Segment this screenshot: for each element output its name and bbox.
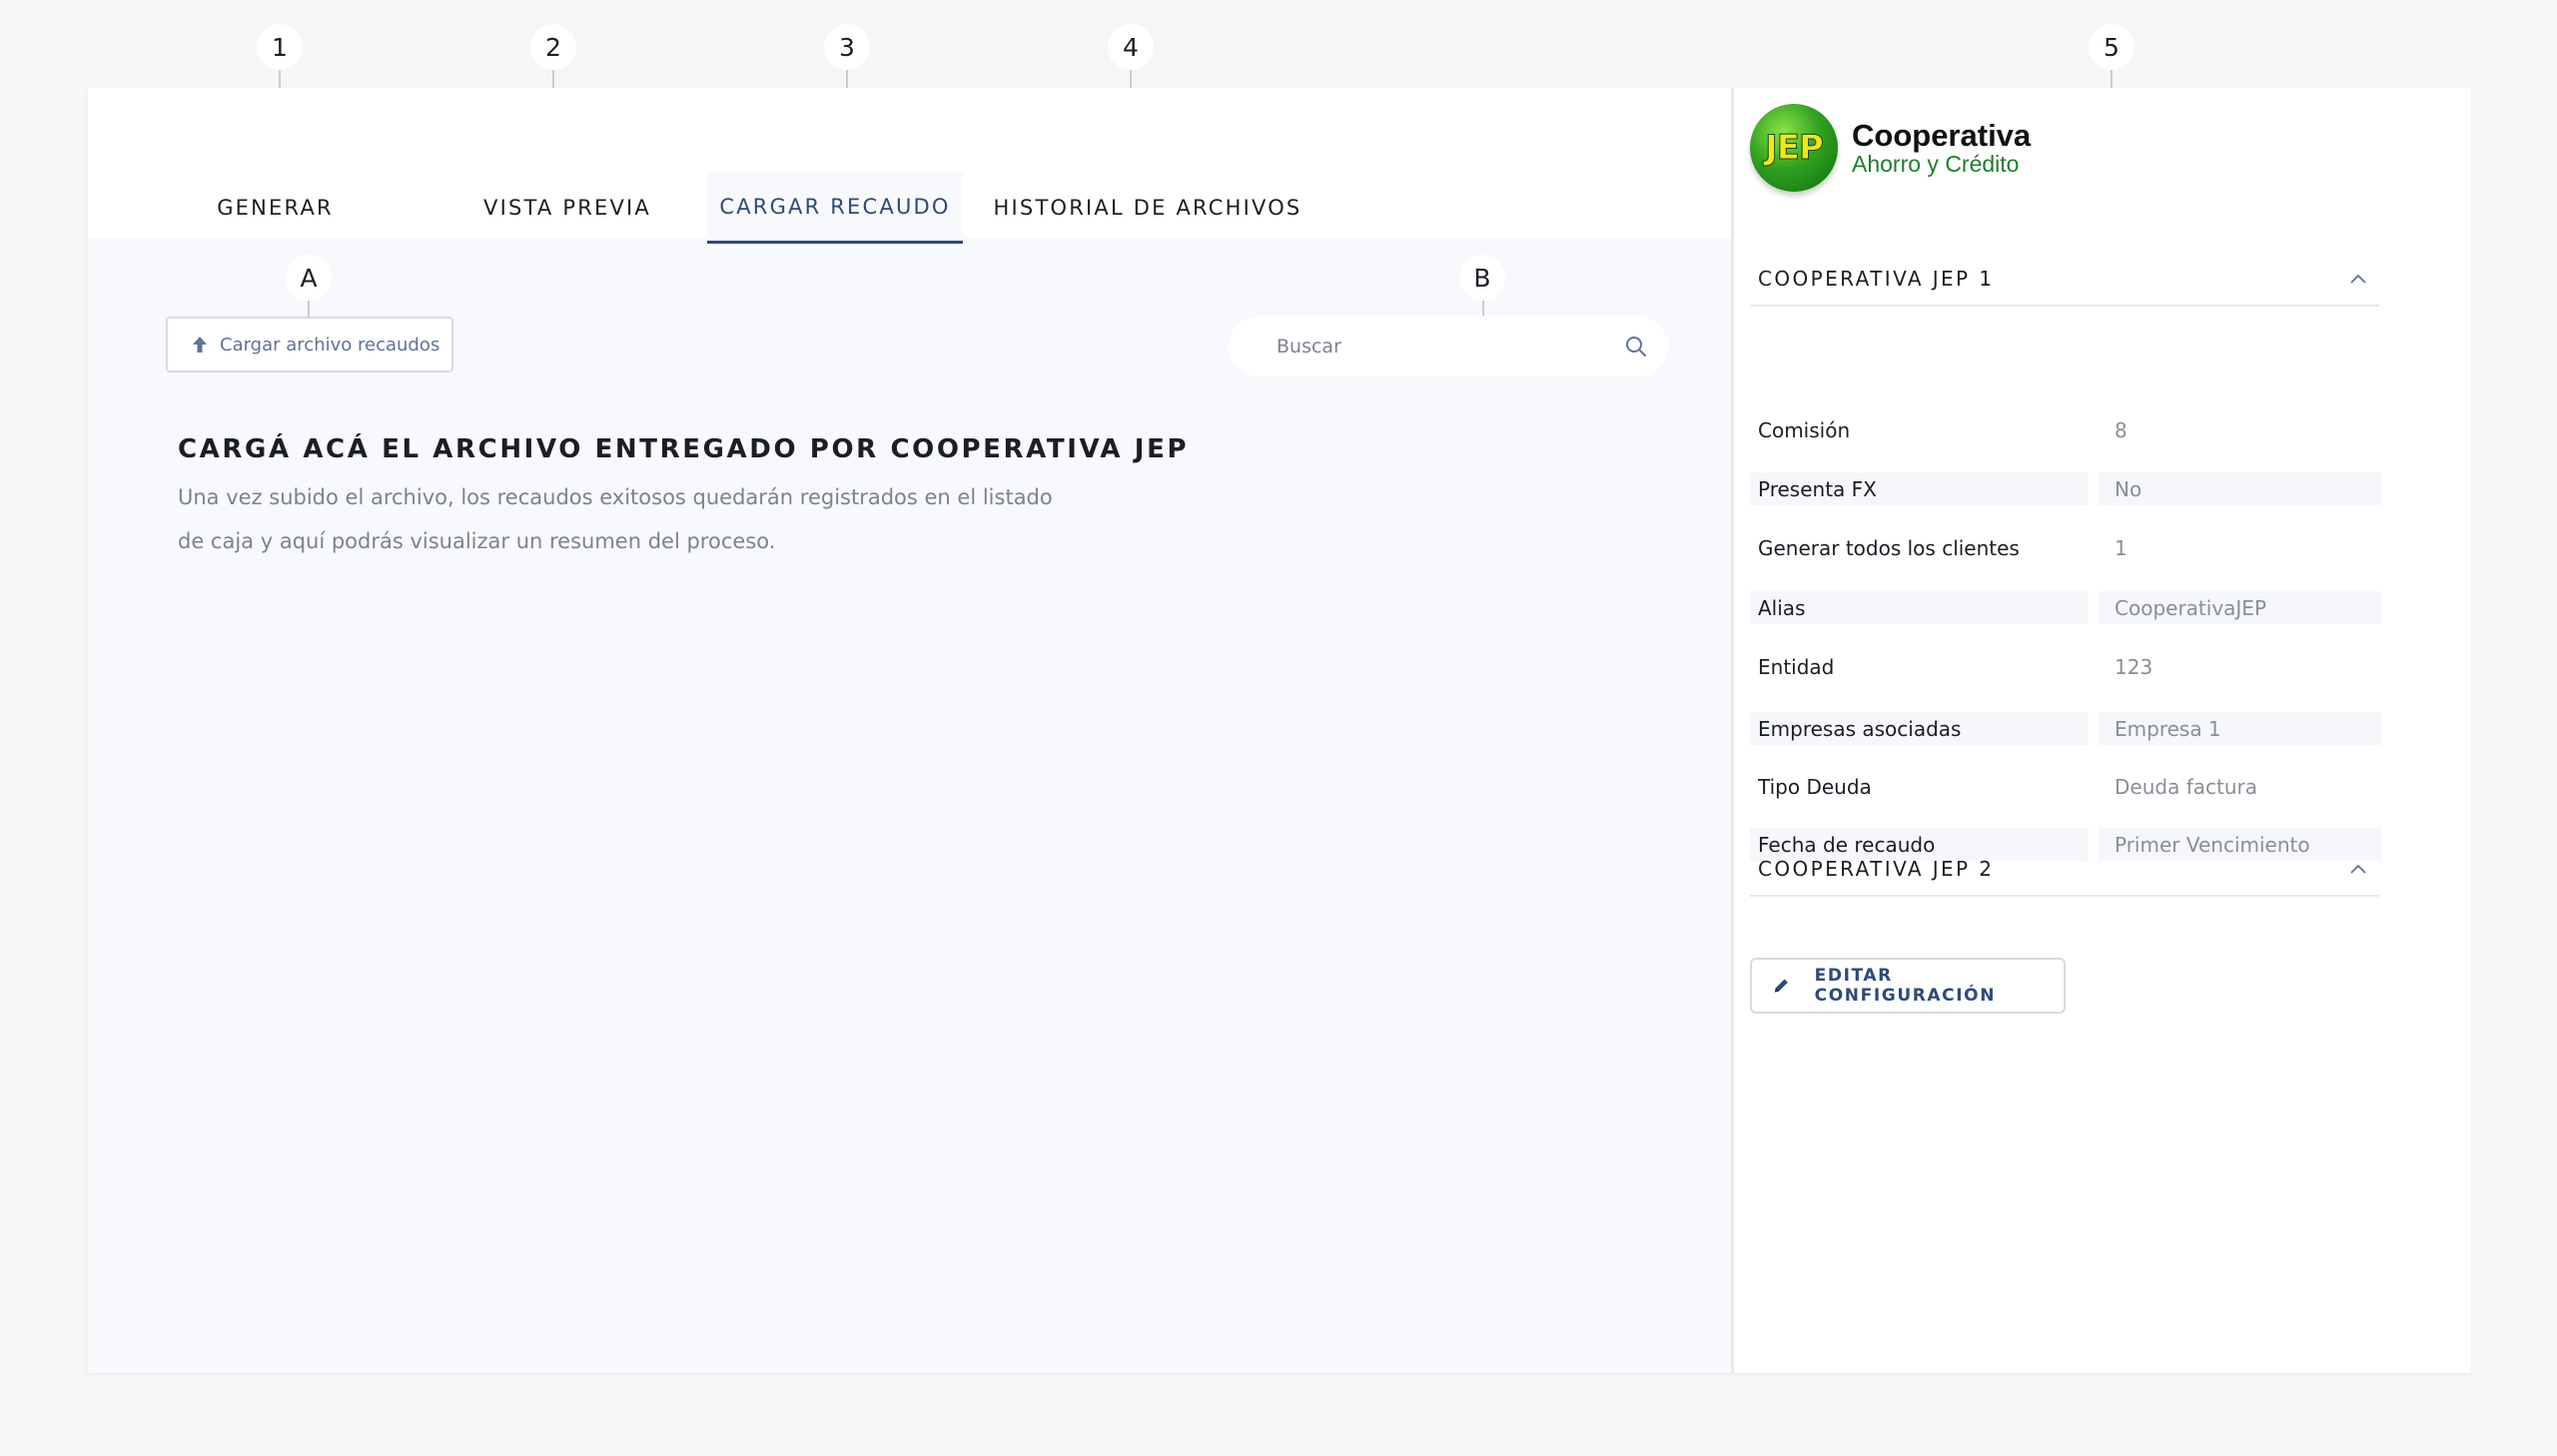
field-value-presenta-fx: No: [2099, 472, 2381, 505]
upload-file-label: Cargar archivo recaudos: [220, 334, 440, 356]
field-label-entidad: Entidad: [1758, 654, 1835, 679]
cooperativa-jep-logo: JEP Cooperativa Ahorro y Crédito: [1750, 104, 2031, 192]
tab-historial-de-archivos[interactable]: HISTORIAL DE ARCHIVOS: [993, 172, 1302, 244]
section-title: COOPERATIVA JEP 1: [1758, 267, 1995, 291]
annotation-marker-2: 2: [530, 24, 576, 70]
chevron-up-icon[interactable]: [2349, 273, 2367, 285]
field-label-presenta-fx: Presenta FX: [1750, 472, 2089, 505]
field-value-generar-todos: 1: [2115, 535, 2128, 560]
field-value-comision: 8: [2115, 417, 2128, 442]
logo-line-1: Cooperativa: [1852, 117, 2032, 153]
panel-divider: [1731, 88, 1734, 1373]
tabs-bar: GENERAR VISTA PREVIA CARGAR RECAUDO HIST…: [88, 88, 1731, 244]
field-value-alias: CooperativaJEP: [2099, 591, 2381, 624]
field-label-generar-todos: Generar todos los clientes: [1758, 535, 2020, 560]
field-value-empresas-asociadas: Empresa 1: [2099, 712, 2381, 745]
upload-arrow-icon: [193, 337, 207, 353]
annotation-marker-a: A: [286, 255, 332, 301]
section-cooperativa-jep-1[interactable]: COOPERATIVA JEP 1: [1750, 253, 2379, 307]
page: GENERAR VISTA PREVIA CARGAR RECAUDO HIST…: [0, 0, 2557, 1456]
tab-vista-previa[interactable]: VISTA PREVIA: [457, 172, 677, 244]
jep-logo-icon: JEP: [1750, 104, 1838, 192]
pencil-icon: [1774, 979, 1788, 993]
logo-text: Cooperativa Ahorro y Crédito: [1852, 117, 2032, 178]
field-value-entidad: 123: [2115, 654, 2153, 679]
edit-configuration-button[interactable]: EDITAR CONFIGURACIÓN: [1750, 958, 2066, 1014]
upload-file-button[interactable]: Cargar archivo recaudos: [166, 317, 453, 372]
search-input[interactable]: [1277, 336, 1624, 358]
section-cooperativa-jep-2[interactable]: COOPERATIVA JEP 2: [1750, 843, 2379, 897]
tab-generar[interactable]: GENERAR: [198, 172, 353, 244]
logo-line-2: Ahorro y Crédito: [1852, 151, 2020, 178]
tab-cargar-recaudo[interactable]: CARGAR RECAUDO: [707, 172, 963, 244]
edit-configuration-label: EDITAR CONFIGURACIÓN: [1814, 966, 1997, 1006]
field-label-tipo-deuda: Tipo Deuda: [1758, 774, 1872, 799]
logo-mark: JEP: [1765, 128, 1825, 169]
field-value-tipo-deuda: Deuda factura: [2115, 774, 2257, 799]
search-icon[interactable]: [1624, 335, 1648, 359]
annotation-marker-4: 4: [1108, 24, 1154, 70]
field-label-comision: Comisión: [1758, 417, 1851, 442]
chevron-up-icon[interactable]: [2349, 863, 2367, 875]
field-label-empresas-asociadas: Empresas asociadas: [1750, 712, 2089, 745]
section-title: COOPERATIVA JEP 2: [1758, 857, 1995, 881]
annotation-marker-3: 3: [824, 24, 870, 70]
search-box: [1229, 317, 1668, 376]
field-label-alias: Alias: [1750, 591, 2089, 624]
annotation-marker-b: B: [1459, 255, 1505, 301]
content-title: CARGÁ ACÁ EL ARCHIVO ENTREGADO POR COOPE…: [178, 434, 1190, 464]
annotation-marker-1: 1: [257, 24, 303, 70]
content-description: Una vez subido el archivo, los recaudos …: [178, 485, 1053, 553]
annotation-marker-5: 5: [2089, 24, 2134, 70]
